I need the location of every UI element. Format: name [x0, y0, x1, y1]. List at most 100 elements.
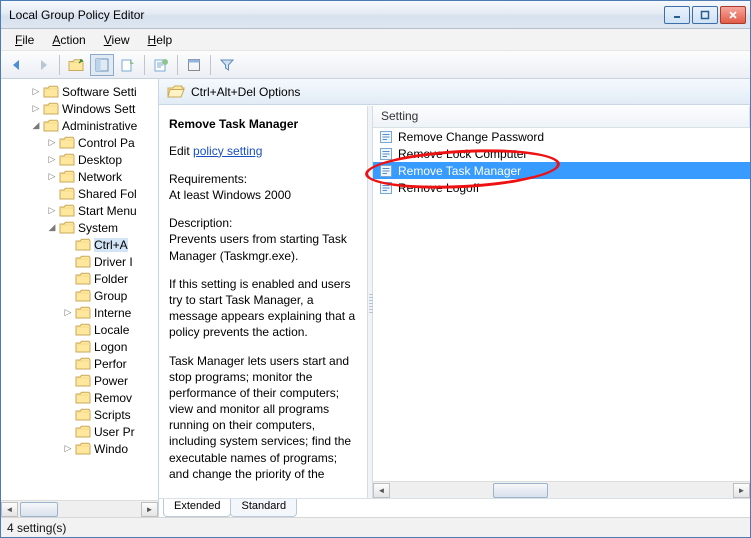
tree-node[interactable]: ▷Desktop: [1, 151, 159, 168]
tree-node[interactable]: User Pr: [1, 423, 159, 440]
scroll-thumb[interactable]: [20, 502, 58, 517]
tree-twisty[interactable]: ▷: [45, 137, 59, 148]
folder-icon: [75, 306, 91, 319]
tree-node[interactable]: ▷ Network: [1, 168, 159, 185]
tree-twisty[interactable]: ▷: [29, 86, 43, 97]
tree-label: Windo: [94, 442, 128, 456]
tree-node[interactable]: Driver I: [1, 253, 159, 270]
policy-label: Remove Task Manager: [398, 164, 521, 178]
window-title: Local Group Policy Editor: [9, 8, 664, 22]
refresh-button[interactable]: [149, 54, 173, 76]
tree-label: System: [78, 221, 118, 235]
tree-label: Interne: [94, 306, 131, 320]
up-button[interactable]: [64, 54, 88, 76]
tree-label: Ctrl+A: [94, 238, 128, 252]
back-button[interactable]: [5, 54, 29, 76]
tree-node[interactable]: ◢ Administrative: [1, 117, 159, 134]
tab-extended[interactable]: Extended: [163, 499, 231, 517]
folder-icon: [75, 289, 91, 302]
titlebar[interactable]: Local Group Policy Editor: [1, 1, 750, 29]
tree-label: Shared Fol: [78, 187, 137, 201]
tree-twisty[interactable]: ▷: [29, 103, 43, 114]
tree-label: User Pr: [94, 425, 135, 439]
tree-node[interactable]: Scripts: [1, 406, 159, 423]
tree-pane[interactable]: ▷ Software Setti ▷ Windows Sett ◢ Administrat…: [1, 79, 159, 517]
menu-action[interactable]: Action: [44, 31, 93, 49]
folder-icon: [43, 85, 59, 98]
folder-icon: [75, 391, 91, 404]
maximize-button[interactable]: [692, 6, 718, 24]
policy-row[interactable]: Remove Logoff: [373, 179, 750, 196]
tree-node[interactable]: Power: [1, 372, 159, 389]
tree-node[interactable]: ▷ Interne: [1, 304, 159, 321]
tree-label: Windows Sett: [62, 102, 135, 116]
tree-twisty[interactable]: ▷: [45, 154, 59, 165]
tree-label: Network: [78, 170, 122, 184]
folder-icon: [75, 255, 91, 268]
tree-label: Scripts: [94, 408, 131, 422]
tree-node[interactable]: ▷ Windo: [1, 440, 159, 457]
policy-row[interactable]: Remove Task Manager: [373, 162, 750, 179]
tree-h-scrollbar[interactable]: ◄ ►: [1, 500, 158, 517]
folder-icon: [59, 204, 75, 217]
menu-help[interactable]: Help: [140, 31, 181, 49]
tree-label: Power: [94, 374, 128, 388]
folder-icon: [75, 340, 91, 353]
list-h-scrollbar[interactable]: ◄ ►: [373, 481, 750, 498]
tree-label: Logon: [94, 340, 127, 354]
show-hide-tree-button[interactable]: [90, 54, 114, 76]
tree-node[interactable]: Perfor: [1, 355, 159, 372]
list-pane: Setting Remove Change PasswordRemove Loc…: [373, 106, 750, 498]
tree-twisty[interactable]: ▷: [61, 307, 75, 318]
folder-icon: [59, 221, 75, 234]
tree-twisty[interactable]: ▷: [45, 171, 59, 182]
scroll-right-button[interactable]: ►: [733, 483, 750, 498]
tree-node[interactable]: Logon: [1, 338, 159, 355]
tree-node[interactable]: Shared Fol: [1, 185, 159, 202]
forward-button[interactable]: [31, 54, 55, 76]
tree-twisty[interactable]: ◢: [45, 222, 59, 233]
folder-icon: [75, 408, 91, 421]
scroll-right-button[interactable]: ►: [141, 502, 158, 517]
tree-label: Start Menu: [78, 204, 137, 218]
tree-node[interactable]: ▷ Software Setti: [1, 83, 159, 100]
tab-standard[interactable]: Standard: [230, 499, 297, 517]
tree-twisty[interactable]: ▷: [45, 205, 59, 216]
tree-label: Software Setti: [62, 85, 137, 99]
tree-node[interactable]: ▷Control Pa: [1, 134, 159, 151]
tree-node[interactable]: ▷ Windows Sett: [1, 100, 159, 117]
tree-node[interactable]: Group: [1, 287, 159, 304]
tree-label: Folder: [94, 272, 128, 286]
tree-twisty[interactable]: ▷: [61, 443, 75, 454]
scroll-thumb[interactable]: [493, 483, 548, 498]
filter-button[interactable]: [215, 54, 239, 76]
edit-policy-link[interactable]: policy setting: [193, 144, 262, 158]
tree-node[interactable]: ◢ System: [1, 219, 159, 236]
menu-file[interactable]: File: [7, 31, 42, 49]
tree-node[interactable]: ▷ Start Menu: [1, 202, 159, 219]
tree-label: Administrative: [62, 119, 137, 133]
properties-button[interactable]: [182, 54, 206, 76]
close-button[interactable]: [720, 6, 746, 24]
tree-node[interactable]: Folder: [1, 270, 159, 287]
policy-row[interactable]: Remove Lock Computer: [373, 145, 750, 162]
export-list-button[interactable]: [116, 54, 140, 76]
policy-icon: [379, 130, 393, 144]
folder-icon: [75, 323, 91, 336]
column-header-setting[interactable]: Setting: [373, 106, 750, 127]
tree-node[interactable]: Locale: [1, 321, 159, 338]
tree-node[interactable]: Ctrl+A: [1, 236, 159, 253]
policy-icon: [379, 181, 393, 195]
tree-twisty[interactable]: ◢: [29, 120, 43, 131]
minimize-button[interactable]: [664, 6, 690, 24]
scroll-left-button[interactable]: ◄: [373, 483, 390, 498]
folder-icon: [75, 442, 91, 455]
folder-icon: [59, 170, 75, 183]
scroll-left-button[interactable]: ◄: [1, 502, 18, 517]
menubar: File Action View Help: [1, 29, 750, 51]
policy-row[interactable]: Remove Change Password: [373, 128, 750, 145]
status-bar: 4 setting(s): [1, 517, 750, 537]
menu-view[interactable]: View: [96, 31, 138, 49]
status-text: 4 setting(s): [7, 521, 66, 535]
tree-node[interactable]: Remov: [1, 389, 159, 406]
